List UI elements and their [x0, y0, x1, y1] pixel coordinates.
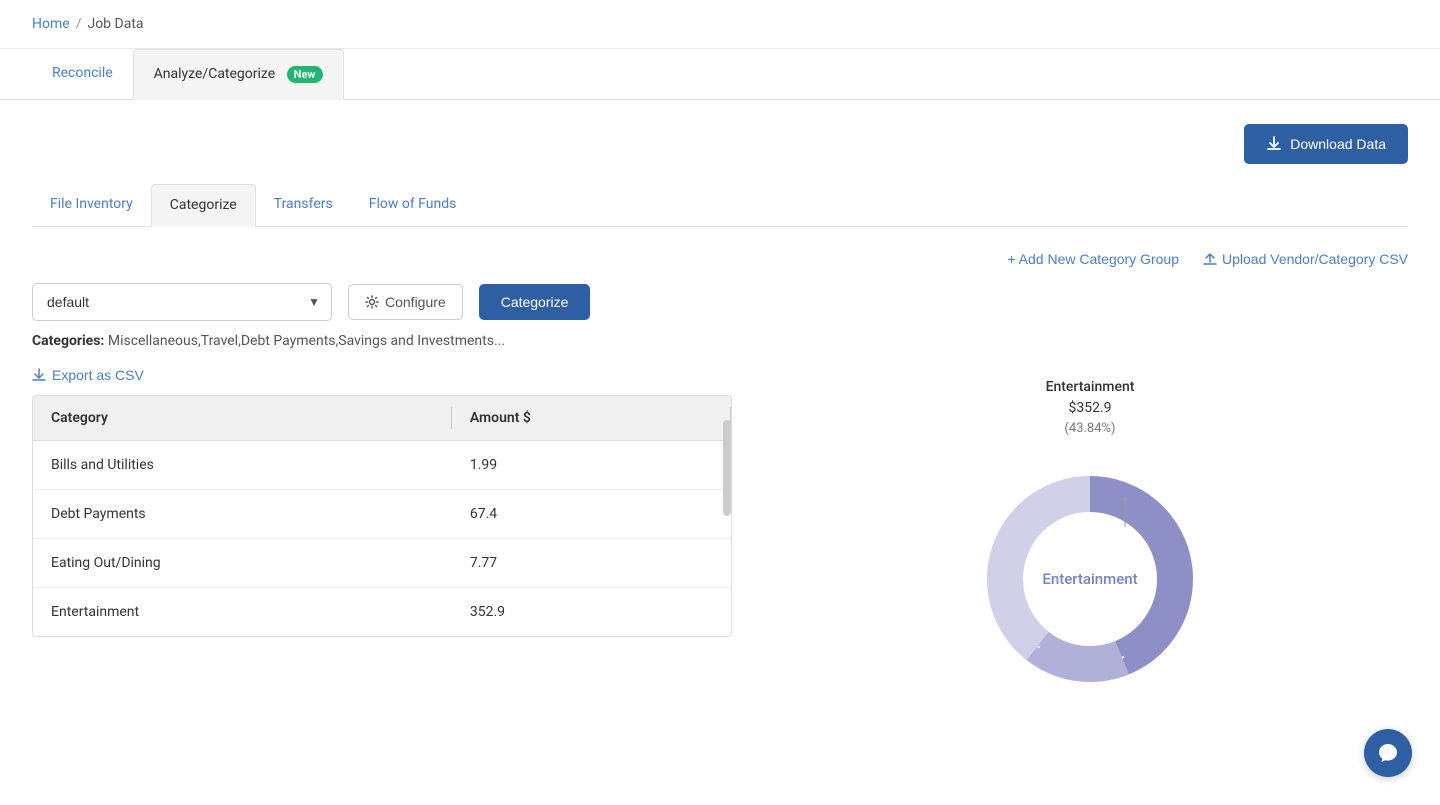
breadcrumb: Home / Job Data [0, 0, 1440, 49]
new-badge: New [287, 66, 323, 83]
top-tabs: Reconcile Analyze/Categorize New [0, 49, 1440, 100]
main-content: Download Data File Inventory Categorize … [0, 100, 1440, 723]
top-actions: Download Data [32, 124, 1408, 164]
export-csv-button[interactable]: Export as CSV [32, 367, 144, 383]
donut-svg [970, 459, 1210, 699]
chart-percent: (43.84%) [1046, 419, 1135, 439]
category-group-select-wrapper: default ▼ [32, 283, 332, 321]
upload-icon [1203, 252, 1217, 266]
tab-categorize[interactable]: Categorize [151, 184, 256, 227]
secondary-tabs: File Inventory Categorize Transfers Flow… [32, 184, 1408, 227]
gear-icon [365, 295, 379, 309]
table-row: Bills and Utilities 1.99 [33, 441, 731, 490]
breadcrumb-home[interactable]: Home [32, 16, 70, 32]
tab-analyze-categorize[interactable]: Analyze/Categorize New [133, 49, 344, 100]
categories-label: Categories: Miscellaneous,Travel,Debt Pa… [32, 333, 1408, 349]
tab-transfers[interactable]: Transfers [256, 184, 351, 226]
chat-button[interactable] [1364, 729, 1412, 777]
table-row: Debt Payments 67.4 [33, 490, 731, 539]
category-table: Category Amount $ Bills and Utilities 1.… [32, 395, 732, 637]
cell-category: Debt Payments [33, 490, 452, 539]
tab-reconcile[interactable]: Reconcile [32, 49, 133, 99]
table-header-row: Category Amount $ [33, 396, 731, 441]
donut-chart: Entertainment [970, 459, 1210, 699]
cell-category: Entertainment [33, 588, 452, 637]
table-row: Eating Out/Dining 7.77 [33, 539, 731, 588]
controls-row: default ▼ Configure Categorize [32, 283, 1408, 321]
breadcrumb-current: Job Data [87, 16, 143, 32]
cell-amount: 352.9 [452, 588, 731, 637]
cell-amount: 1.99 [452, 441, 731, 490]
cell-category: Eating Out/Dining [33, 539, 452, 588]
upload-csv-button[interactable]: Upload Vendor/Category CSV [1203, 251, 1408, 267]
download-small-icon [32, 368, 46, 382]
tab-file-inventory[interactable]: File Inventory [32, 184, 151, 226]
add-category-group-button[interactable]: + Add New Category Group [1007, 251, 1179, 267]
chat-icon [1377, 742, 1399, 764]
download-data-button[interactable]: Download Data [1244, 124, 1408, 164]
main-layout: Export as CSV Category Amount $ Bills an… [32, 367, 1408, 699]
cell-amount: 7.77 [452, 539, 731, 588]
chart-title: Entertainment [1046, 377, 1135, 398]
download-icon [1266, 136, 1282, 152]
configure-button[interactable]: Configure [348, 284, 463, 320]
table-section: Export as CSV Category Amount $ Bills an… [32, 367, 732, 637]
cell-amount: 67.4 [452, 490, 731, 539]
tab-flow-of-funds[interactable]: Flow of Funds [351, 184, 475, 226]
category-actions: + Add New Category Group Upload Vendor/C… [32, 251, 1408, 267]
categorize-button[interactable]: Categorize [479, 284, 591, 320]
chart-label: Entertainment $352.9 (43.84%) [1046, 377, 1135, 439]
col-header-category: Category [33, 396, 452, 441]
table-row: Entertainment 352.9 [33, 588, 731, 637]
breadcrumb-separator: / [76, 16, 82, 32]
chart-amount: $352.9 [1046, 398, 1135, 419]
cell-category: Bills and Utilities [33, 441, 452, 490]
category-group-select[interactable]: default [32, 283, 332, 321]
scrollbar[interactable] [723, 420, 731, 516]
chart-section: Entertainment $352.9 (43.84%) [772, 367, 1408, 699]
col-header-amount: Amount $ [452, 396, 731, 441]
